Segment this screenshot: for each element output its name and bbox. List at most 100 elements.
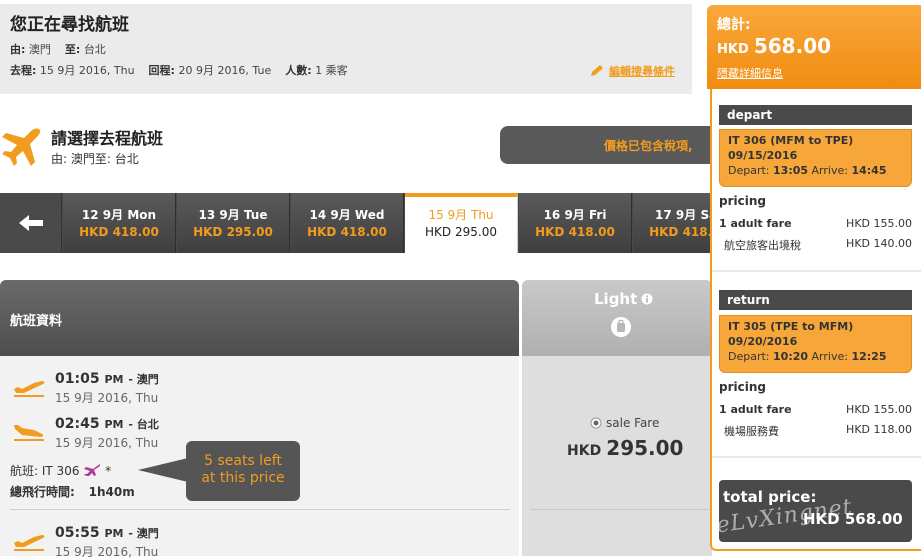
date-tab[interactable]: 14 9月 Wed HKD 418.00	[291, 193, 404, 253]
flight-duration: 總飛行時間: 1h40m	[10, 483, 135, 500]
segment-time-value: 01:05	[55, 371, 100, 387]
pricing-row-value: HKD 155.00	[846, 403, 912, 416]
sale-fare-option[interactable]: sale Fare	[590, 416, 659, 430]
pax-label: 人數:	[285, 64, 312, 77]
segment-time: 02:45 PM - 台北	[55, 416, 159, 432]
summary-divider	[712, 270, 921, 272]
sale-fare-price: HKD 295.00	[567, 436, 683, 460]
search-dates: 去程: 15 9月 2016, Thu 回程: 20 9月 2016, Tue …	[10, 62, 348, 78]
return-flight-box: IT 305 (TPE to MFM) 09/20/2016 Depart: 1…	[719, 315, 912, 373]
pricing-row-value: HKD 140.00	[846, 237, 912, 250]
date-tab-date: 16 9月 Fri	[543, 208, 607, 222]
date-tab-price: HKD 418.00	[79, 225, 159, 239]
date-tab-price: HKD 295.00	[425, 225, 497, 239]
date-prev-button[interactable]	[0, 193, 62, 253]
pricing-row: 1 adult fare HKD 155.00	[719, 217, 912, 230]
segment-ampm: PM	[104, 527, 124, 540]
segment-divider	[10, 509, 510, 510]
pricing-row: 航空旅客出境稅 HKD 140.00	[719, 237, 912, 253]
price-currency: HKD	[567, 443, 602, 459]
choose-outbound-title: 請選擇去程航班	[51, 129, 164, 148]
choose-route: 由: 澳門至: 台北	[51, 152, 139, 166]
date-tab-date: 14 9月 Wed	[309, 208, 385, 222]
flight-number-label: 航班:	[10, 464, 39, 478]
date-tab-selected[interactable]: 15 9月 Thu HKD 295.00	[405, 193, 518, 253]
flight-info-header	[0, 280, 519, 356]
radio-icon[interactable]	[590, 417, 602, 429]
pricing-row: 機場服務費 HKD 118.00	[719, 423, 912, 439]
segment-place: - 澳門	[128, 373, 159, 386]
airplane-icon	[2, 128, 41, 166]
date-tab-price: HKD 418.00	[535, 225, 615, 239]
segment-place: - 澳門	[128, 527, 159, 540]
pricing-row-label: 機場服務費	[724, 425, 779, 438]
segment-time: 01:05 PM - 澳門	[55, 371, 159, 387]
depart-time-value: 13:05	[773, 164, 809, 177]
date-tab-date: 15 9月 Thu	[428, 208, 494, 222]
segment-time-value: 02:45	[55, 416, 100, 432]
info-icon[interactable]	[641, 293, 653, 305]
depart-label: 去程:	[10, 64, 37, 77]
summary-total: HKD 568.00	[717, 34, 831, 58]
pricing-row-label: 1 adult fare	[719, 403, 792, 416]
flight-number: 航班: IT 306 *	[10, 462, 111, 479]
edit-search-link[interactable]: 編輯搜尋條件	[589, 63, 675, 79]
segment-date: 15 9月 2016, Thu	[55, 545, 159, 559]
price-value: 295.00	[606, 436, 684, 460]
return-section-title: return	[719, 290, 912, 310]
depart-time-label: Depart:	[728, 164, 770, 177]
arrive-time-label: Arrive:	[811, 164, 848, 177]
segment-place: - 台北	[128, 418, 159, 431]
depart-value: 15 9月 2016, Thu	[39, 64, 135, 77]
search-route: 由: 澳門 至: 台北	[10, 41, 106, 57]
arrive-time-value: 12:25	[851, 350, 887, 363]
duration-value: 1h40m	[88, 485, 135, 499]
depart-time-label: Depart:	[728, 350, 770, 363]
depart-flight-times: Depart: 13:05 Arrive: 14:45	[728, 164, 911, 177]
depart-section-title: depart	[719, 105, 912, 125]
hide-details-link[interactable]: 隱藏詳細信息	[717, 65, 783, 81]
pax-value: 1 乘客	[315, 64, 348, 77]
pencil-icon	[591, 65, 603, 76]
depart-flight-date: 09/15/2016	[728, 149, 798, 162]
return-flight-date: 09/20/2016	[728, 335, 798, 348]
segment-ampm: PM	[104, 373, 124, 386]
segment-date: 15 9月 2016, Thu	[55, 436, 159, 450]
airline-plane-icon	[84, 464, 101, 476]
return-flight-number: IT 305 (TPE to MFM)	[728, 320, 854, 333]
depart-time-value: 10:20	[773, 350, 809, 363]
return-value: 20 9月 2016, Tue	[178, 64, 272, 77]
price-note-banner: 價格已包含稅項,	[500, 126, 730, 164]
to-label: 至:	[64, 43, 81, 56]
date-tab[interactable]: 12 9月 Mon HKD 418.00	[63, 193, 176, 253]
date-tab[interactable]: 13 9月 Tue HKD 295.00	[177, 193, 290, 253]
depart-flight-box: IT 306 (MFM to TPE) 09/15/2016 Depart: 1…	[719, 129, 912, 187]
pricing-row: 1 adult fare HKD 155.00	[719, 403, 912, 416]
duration-label: 總飛行時間:	[10, 485, 75, 499]
segment-time: 05:55 PM - 澳門	[55, 525, 159, 541]
pricing-row-value: HKD 155.00	[846, 217, 912, 230]
flight-number-value: IT 306	[41, 464, 80, 478]
from-label: 由:	[10, 43, 26, 56]
to-value: 台北	[83, 43, 106, 56]
flight-number-suffix: *	[105, 464, 112, 478]
baggage-icon	[611, 317, 631, 337]
seats-left-text: 5 seats left	[204, 453, 282, 469]
edit-search-label: 編輯搜尋條件	[609, 65, 675, 78]
return-label: 回程:	[148, 64, 175, 77]
summary-divider	[712, 456, 921, 458]
depart-pricing-title: pricing	[719, 194, 766, 208]
segment-ampm: PM	[104, 418, 124, 431]
flight-info-header-label: 航班資料	[10, 314, 63, 329]
pricing-row-label: 1 adult fare	[719, 217, 792, 230]
search-title: 您正在尋找航班	[10, 15, 129, 35]
back-arrow-icon	[18, 215, 43, 231]
fare-divider	[530, 509, 712, 510]
summary-total-value: 568.00	[753, 34, 832, 58]
seats-left-tooltip: 5 seats left at this price	[186, 441, 300, 501]
summary-title: 總計:	[717, 17, 751, 33]
date-tab[interactable]: 16 9月 Fri HKD 418.00	[519, 193, 632, 253]
date-tab-date: 13 9月 Tue	[198, 208, 268, 222]
takeoff-icon	[14, 381, 45, 397]
date-tab-price: HKD 295.00	[193, 225, 273, 239]
